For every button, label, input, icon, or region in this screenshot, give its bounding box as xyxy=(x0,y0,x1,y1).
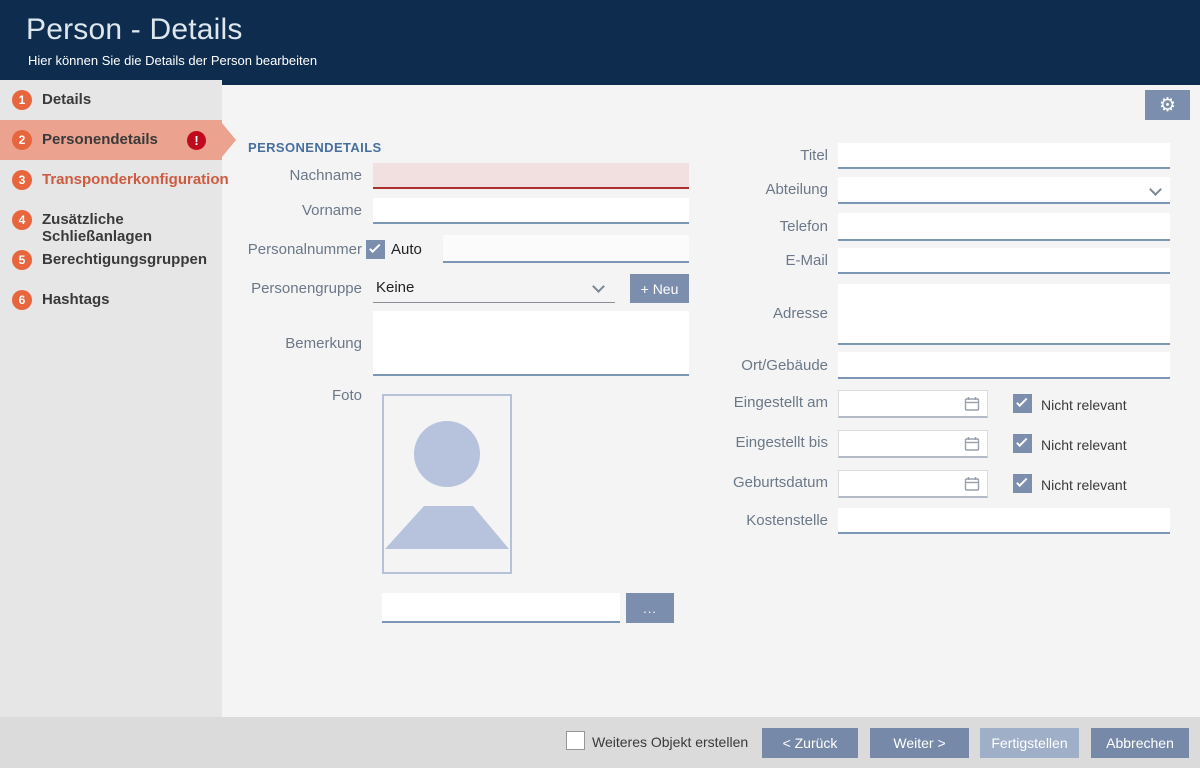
nicht-relevant-label: Nicht relevant xyxy=(1041,477,1127,493)
sidebar-item-label: Personendetails xyxy=(42,131,158,148)
geburtsdatum-label: Geburtsdatum xyxy=(688,473,828,493)
eingestellt-bis-nicht-relevant-checkbox[interactable] xyxy=(1013,434,1032,453)
window-header: Person - Details Hier können Sie die Det… xyxy=(0,0,1200,80)
personengruppe-label: Personengruppe xyxy=(232,279,362,299)
browse-photo-button[interactable]: ... xyxy=(626,593,674,623)
sidebar-item-details[interactable]: 1 Details xyxy=(0,80,222,120)
active-step-arrow-icon xyxy=(222,123,236,157)
eingestellt-am-nicht-relevant-checkbox[interactable] xyxy=(1013,394,1032,413)
calendar-icon[interactable] xyxy=(964,396,980,412)
step-2-number-badge: 2 xyxy=(12,130,32,150)
vorname-input[interactable] xyxy=(373,198,689,224)
ort-gebaeude-input[interactable] xyxy=(838,352,1170,379)
titel-label: Titel xyxy=(688,146,828,166)
chevron-down-icon xyxy=(1149,183,1162,196)
telefon-label: Telefon xyxy=(688,217,828,237)
ort-gebaeude-label: Ort/Gebäude xyxy=(688,356,828,376)
gear-icon: ⚙ xyxy=(1159,96,1176,115)
page-title: Person - Details xyxy=(26,13,243,47)
calendar-icon[interactable] xyxy=(964,476,980,492)
step-5-number-badge: 5 xyxy=(12,250,32,270)
wizard-sidebar: 1 Details 2 Personendetails ! 3 Transpon… xyxy=(0,80,222,717)
cancel-button[interactable]: Abbrechen xyxy=(1091,728,1189,758)
checkmark-icon xyxy=(1016,396,1027,407)
abteilung-label: Abteilung xyxy=(688,180,828,200)
nicht-relevant-label: Nicht relevant xyxy=(1041,437,1127,453)
foto-label: Foto xyxy=(232,386,362,406)
step-6-number-badge: 6 xyxy=(12,290,32,310)
nachname-input[interactable] xyxy=(373,163,689,189)
eingestellt-bis-input[interactable] xyxy=(838,430,988,458)
email-label: E-Mail xyxy=(688,251,828,271)
select-underline xyxy=(373,302,615,303)
nicht-relevant-label: Nicht relevant xyxy=(1041,397,1127,413)
bemerkung-input[interactable] xyxy=(373,311,689,376)
chevron-down-icon xyxy=(592,280,605,293)
sidebar-item-zusaetzliche-schliessanlagen[interactable]: 4 Zusätzliche Schließanlagen xyxy=(0,200,222,240)
email-input[interactable] xyxy=(838,248,1170,274)
adresse-input[interactable] xyxy=(838,284,1170,345)
kostenstelle-input[interactable] xyxy=(838,508,1170,534)
sidebar-item-label: Berechtigungsgruppen xyxy=(42,251,207,268)
telefon-input[interactable] xyxy=(838,213,1170,241)
sidebar-item-personendetails[interactable]: 2 Personendetails ! xyxy=(0,120,222,160)
eingestellt-am-label: Eingestellt am xyxy=(688,393,828,413)
photo-placeholder[interactable] xyxy=(382,394,512,574)
header-strip xyxy=(222,80,1200,85)
checkmark-icon xyxy=(1016,436,1027,447)
adresse-label: Adresse xyxy=(688,304,828,324)
form-area: ⚙ PERSONENDETAILS Nachname Vorname Perso… xyxy=(222,80,1200,717)
calendar-icon[interactable] xyxy=(964,436,980,452)
section-title: PERSONENDETAILS xyxy=(248,140,382,155)
page-subtitle: Hier können Sie die Details der Person b… xyxy=(28,53,317,68)
checkmark-icon xyxy=(369,242,380,253)
titel-input[interactable] xyxy=(838,143,1170,169)
finish-button[interactable]: Fertigstellen xyxy=(980,728,1079,758)
person-silhouette-icon xyxy=(384,396,510,572)
auto-checkbox[interactable] xyxy=(366,240,385,259)
back-button[interactable]: < Zurück xyxy=(762,728,858,758)
sidebar-item-label: Hashtags xyxy=(42,291,110,308)
next-button[interactable]: Weiter > xyxy=(870,728,969,758)
sidebar-item-berechtigungsgruppen[interactable]: 5 Berechtigungsgruppen xyxy=(0,240,222,280)
step-1-number-badge: 1 xyxy=(12,90,32,110)
create-another-checkbox[interactable] xyxy=(566,731,585,750)
step-4-number-badge: 4 xyxy=(12,210,32,230)
error-badge-icon: ! xyxy=(187,131,206,150)
eingestellt-bis-label: Eingestellt bis xyxy=(688,433,828,453)
personalnummer-input[interactable] xyxy=(443,235,689,263)
auto-label: Auto xyxy=(391,241,422,258)
step-3-number-badge: 3 xyxy=(12,170,32,190)
checkmark-icon xyxy=(1016,476,1027,487)
wizard-footer: Weiteres Objekt erstellen < Zurück Weite… xyxy=(0,717,1200,768)
kostenstelle-label: Kostenstelle xyxy=(688,511,828,531)
personengruppe-select[interactable]: Keine xyxy=(373,273,615,303)
sidebar-item-transponderkonfiguration[interactable]: 3 Transponderkonfiguration xyxy=(0,160,222,200)
bemerkung-label: Bemerkung xyxy=(232,334,362,354)
photo-file-input[interactable] xyxy=(382,593,620,623)
sidebar-item-hashtags[interactable]: 6 Hashtags xyxy=(0,280,222,320)
geburtsdatum-nicht-relevant-checkbox[interactable] xyxy=(1013,474,1032,493)
personalnummer-label: Personalnummer xyxy=(232,240,362,260)
nachname-label: Nachname xyxy=(232,166,362,186)
sidebar-item-label: Details xyxy=(42,91,91,108)
eingestellt-am-input[interactable] xyxy=(838,390,988,418)
abteilung-select[interactable] xyxy=(838,177,1170,204)
personengruppe-value: Keine xyxy=(376,279,414,296)
new-personengruppe-button[interactable]: + Neu xyxy=(630,274,689,303)
sidebar-item-label: Transponderkonfiguration xyxy=(42,171,229,188)
settings-button[interactable]: ⚙ xyxy=(1145,90,1190,120)
create-another-label: Weiteres Objekt erstellen xyxy=(592,734,748,750)
vorname-label: Vorname xyxy=(232,201,362,221)
geburtsdatum-input[interactable] xyxy=(838,470,988,498)
